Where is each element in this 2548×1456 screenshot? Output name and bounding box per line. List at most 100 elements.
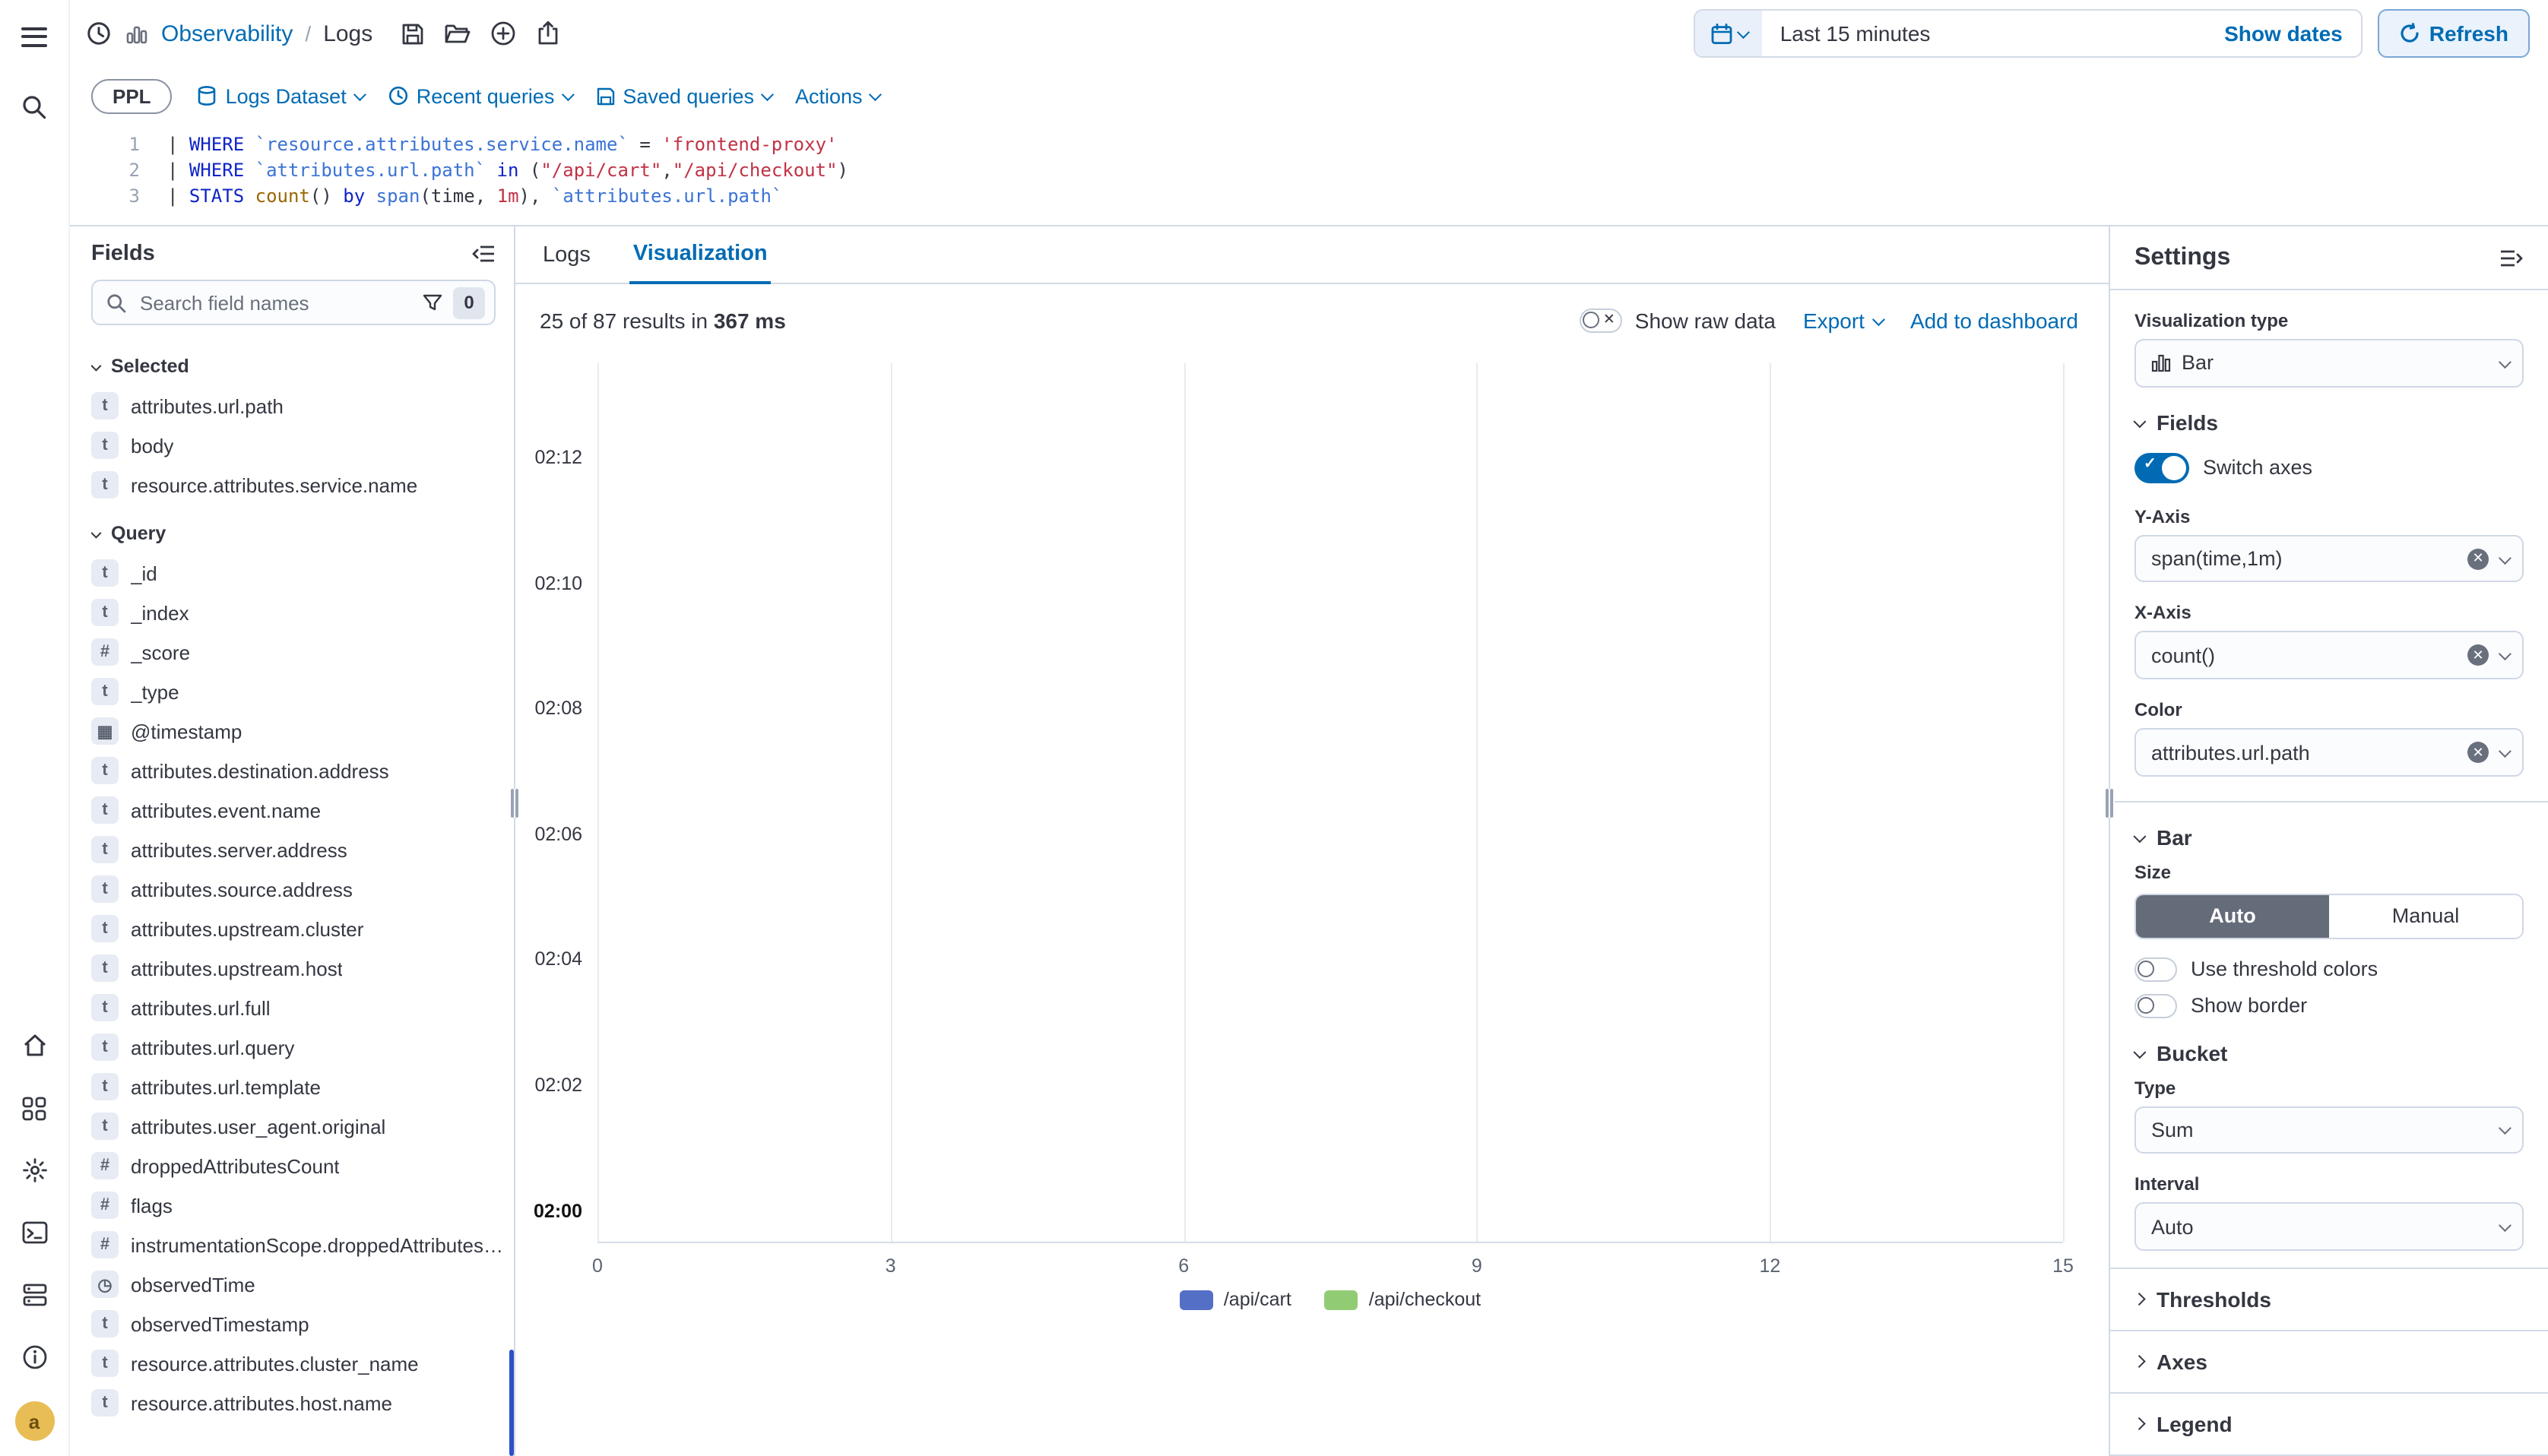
legend-item[interactable]: /api/cart [1180,1289,1291,1310]
color-combobox[interactable]: attributes.url.path ✕ [2134,728,2524,776]
open-folder-icon[interactable] [444,21,471,46]
share-icon[interactable] [535,20,561,47]
field-item[interactable]: tattributes.url.template [91,1067,505,1106]
toggle-off-switch[interactable]: ✕ [1580,309,1623,333]
y-axis-combobox[interactable]: span(time,1m) ✕ [2134,534,2524,582]
bar-section-header[interactable]: Bar [2134,825,2524,850]
actions-button[interactable]: Actions [795,84,879,107]
clear-icon[interactable]: ✕ [2467,548,2489,569]
calendar-dropdown-button[interactable] [1695,11,1762,56]
field-item[interactable]: tattributes.destination.address [91,751,505,790]
field-item[interactable]: tresource.attributes.service.name [91,465,505,505]
use-threshold-colors-toggle[interactable]: Use threshold colors [2134,957,2524,981]
time-range-value[interactable]: Last 15 minutes [1762,21,2206,46]
show-border-toggle[interactable]: Show border [2134,993,2524,1018]
field-item[interactable]: tattributes.user_agent.original [91,1106,505,1146]
menu-hamburger-icon[interactable] [16,18,52,55]
field-item[interactable]: ◷observedTime [91,1265,505,1304]
collapsed-section-thresholds[interactable]: Thresholds [2134,1287,2524,1312]
field-item[interactable]: #droppedAttributesCount [91,1146,505,1185]
terminal-icon[interactable] [16,1214,52,1251]
query-line[interactable]: 3| STATS count() by span(time, 1m), `att… [70,184,2548,210]
export-button[interactable]: Export [1803,309,1883,333]
field-item[interactable]: t_index [91,593,505,632]
size-manual-button[interactable]: Manual [2329,895,2522,937]
toggle-off-switch[interactable] [2134,993,2177,1018]
field-item[interactable]: t_id [91,553,505,593]
field-item[interactable]: #flags [91,1185,505,1225]
switch-axes-toggle[interactable]: ✓ Switch axes [2134,452,2524,483]
collapsed-section-legend[interactable]: Legend [2134,1412,2524,1436]
breadcrumb-page: Logs [323,21,372,46]
field-name: resource.attributes.host.name [131,1391,392,1414]
user-avatar[interactable]: a [14,1401,54,1441]
bucket-type-select[interactable]: Sum [2134,1106,2524,1154]
field-item[interactable]: ▦@timestamp [91,711,505,751]
query-editor[interactable]: 1| WHERE `resource.attributes.service.na… [70,122,2548,226]
y-axis-tick-label [524,489,597,552]
collapse-settings-panel-icon[interactable] [2499,248,2524,269]
refresh-button[interactable]: Refresh [2378,9,2530,58]
query-line[interactable]: 1| WHERE `resource.attributes.service.na… [70,132,2548,158]
text-field-icon: t [91,599,119,626]
save-icon[interactable] [400,21,426,46]
field-item[interactable]: tbody [91,426,505,465]
tab-logs[interactable]: Logs [540,243,594,283]
field-item[interactable]: tattributes.server.address [91,830,505,869]
field-search-input[interactable] [137,290,412,315]
field-item[interactable]: tattributes.upstream.host [91,948,505,988]
show-raw-data-toggle[interactable]: ✕ Show raw data [1580,309,1776,333]
panel-resize-handle[interactable] [509,789,520,818]
toggle-off-switch[interactable] [2134,957,2177,981]
show-dates-button[interactable]: Show dates [2206,21,2361,46]
collapsed-section-axes[interactable]: Axes [2134,1350,2524,1374]
text-field-icon: t [91,471,119,499]
new-item-icon[interactable] [490,20,517,47]
query-language-button[interactable]: PPL [91,78,173,113]
breadcrumb-app[interactable]: Observability [161,21,293,46]
clear-icon[interactable]: ✕ [2467,645,2489,666]
field-item[interactable]: tattributes.event.name [91,790,505,830]
search-icon[interactable] [16,88,52,125]
gear-icon[interactable] [16,1152,52,1189]
tab-visualization[interactable]: Visualization [630,242,771,284]
recent-queries-button[interactable]: Recent queries [388,84,572,107]
field-item[interactable]: tobservedTimestamp [91,1304,505,1344]
bucket-section-header[interactable]: Bucket [2134,1040,2524,1065]
legend-item[interactable]: /api/checkout [1325,1289,1481,1310]
filter-count-badge[interactable]: 0 [453,286,485,318]
panel-resize-handle[interactable] [2104,789,2115,818]
saved-queries-button[interactable]: Saved queries [595,84,771,107]
field-section-header[interactable]: Selected [91,347,505,386]
collapse-fields-panel-icon[interactable] [471,243,496,264]
size-auto-button[interactable]: Auto [2136,895,2329,937]
recent-history-icon[interactable] [85,20,113,47]
interval-select[interactable]: Auto [2134,1203,2524,1251]
field-item[interactable]: t_type [91,672,505,711]
field-item[interactable]: #instrumentationScope.droppedAttributesC… [91,1225,505,1265]
dataset-selector[interactable]: Logs Dataset [197,84,363,107]
field-item[interactable]: tattributes.source.address [91,869,505,909]
field-item[interactable]: tattributes.upstream.cluster [91,909,505,948]
field-item[interactable]: tresource.attributes.host.name [91,1383,505,1423]
field-item[interactable]: tresource.attributes.cluster_name [91,1344,505,1383]
field-item[interactable]: tattributes.url.path [91,386,505,426]
clear-icon[interactable]: ✕ [2467,742,2489,763]
toggle-on-switch[interactable]: ✓ [2134,452,2189,483]
field-name: observedTime [131,1273,255,1296]
field-item[interactable]: tattributes.url.full [91,988,505,1027]
apps-grid-icon[interactable] [16,1090,52,1126]
home-icon[interactable] [16,1027,52,1064]
field-section-header[interactable]: Query [91,514,505,553]
field-item[interactable]: tattributes.url.query [91,1027,505,1067]
add-to-dashboard-button[interactable]: Add to dashboard [1910,309,2078,333]
query-line[interactable]: 2| WHERE `attributes.url.path` in ("/api… [70,158,2548,184]
viz-type-select[interactable]: Bar [2134,339,2524,387]
fields-section-header[interactable]: Fields [2134,410,2524,434]
field-item[interactable]: #_score [91,632,505,672]
x-axis-combobox[interactable]: count() ✕ [2134,631,2524,679]
interval-value: Auto [2151,1215,2489,1238]
storage-icon[interactable] [16,1277,52,1313]
info-icon[interactable] [16,1339,52,1375]
filter-icon[interactable] [423,293,442,312]
